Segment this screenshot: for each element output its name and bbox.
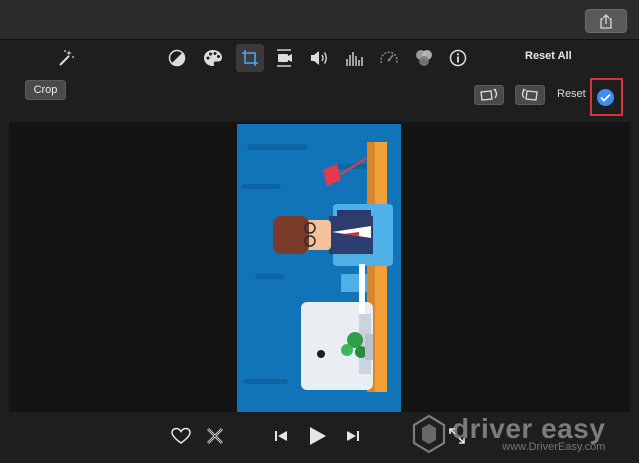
crop-style-button[interactable]: Crop [25, 80, 66, 100]
office-illustration [241, 142, 393, 392]
stabilization-button[interactable] [270, 44, 298, 72]
apply-crop-button[interactable] [597, 89, 614, 106]
play-button[interactable] [305, 424, 329, 448]
checkmark-icon [600, 93, 611, 102]
filter-icon [416, 50, 432, 66]
play-icon [310, 427, 326, 445]
crop-tool-button[interactable] [236, 44, 264, 72]
reset-all-button[interactable]: Reset All [525, 50, 572, 62]
title-bar [0, 0, 639, 40]
crop-controls-bar: Crop Reset [0, 74, 639, 122]
apply-highlight-box [590, 78, 623, 116]
info-icon [449, 49, 467, 67]
rotate-counterclockwise-icon [480, 88, 498, 101]
skip-forward-button[interactable] [341, 424, 365, 448]
heart-icon [171, 427, 191, 444]
reject-button[interactable] [203, 424, 227, 448]
reset-button[interactable]: Reset [557, 88, 586, 100]
rotate-counterclockwise-button[interactable] [474, 85, 504, 105]
crop-icon [242, 50, 258, 66]
equalizer-icon [346, 52, 363, 66]
video-frame [237, 124, 401, 412]
volume-icon [311, 51, 327, 65]
speed-icon [380, 51, 398, 64]
stabilization-icon [277, 49, 292, 67]
info-button[interactable] [444, 44, 472, 72]
rotate-clockwise-button[interactable] [515, 85, 545, 105]
reject-icon [207, 428, 223, 444]
skip-forward-icon [347, 431, 359, 441]
color-balance-icon [168, 49, 186, 67]
watermark: driver easy www.DriverEasy.com [412, 414, 605, 454]
magic-wand-icon [59, 50, 74, 66]
magic-wand-button[interactable] [52, 44, 80, 72]
equalizer-button[interactable] [340, 44, 368, 72]
rotate-clockwise-icon [521, 88, 538, 101]
palette-icon [204, 50, 222, 66]
share-button[interactable] [585, 9, 627, 33]
skip-back-button[interactable] [269, 424, 293, 448]
volume-button[interactable] [305, 44, 333, 72]
color-correction-button[interactable] [199, 44, 227, 72]
color-balance-button[interactable] [163, 44, 191, 72]
favorite-button[interactable] [169, 424, 193, 448]
video-viewer[interactable] [9, 122, 630, 412]
adjustments-toolbar: Reset All [0, 41, 639, 74]
skip-back-icon [275, 431, 287, 441]
driver-easy-logo-icon [412, 414, 446, 454]
filter-button[interactable] [410, 44, 438, 72]
share-icon [600, 13, 612, 29]
speed-button[interactable] [375, 44, 403, 72]
watermark-text: driver easy [452, 413, 606, 444]
